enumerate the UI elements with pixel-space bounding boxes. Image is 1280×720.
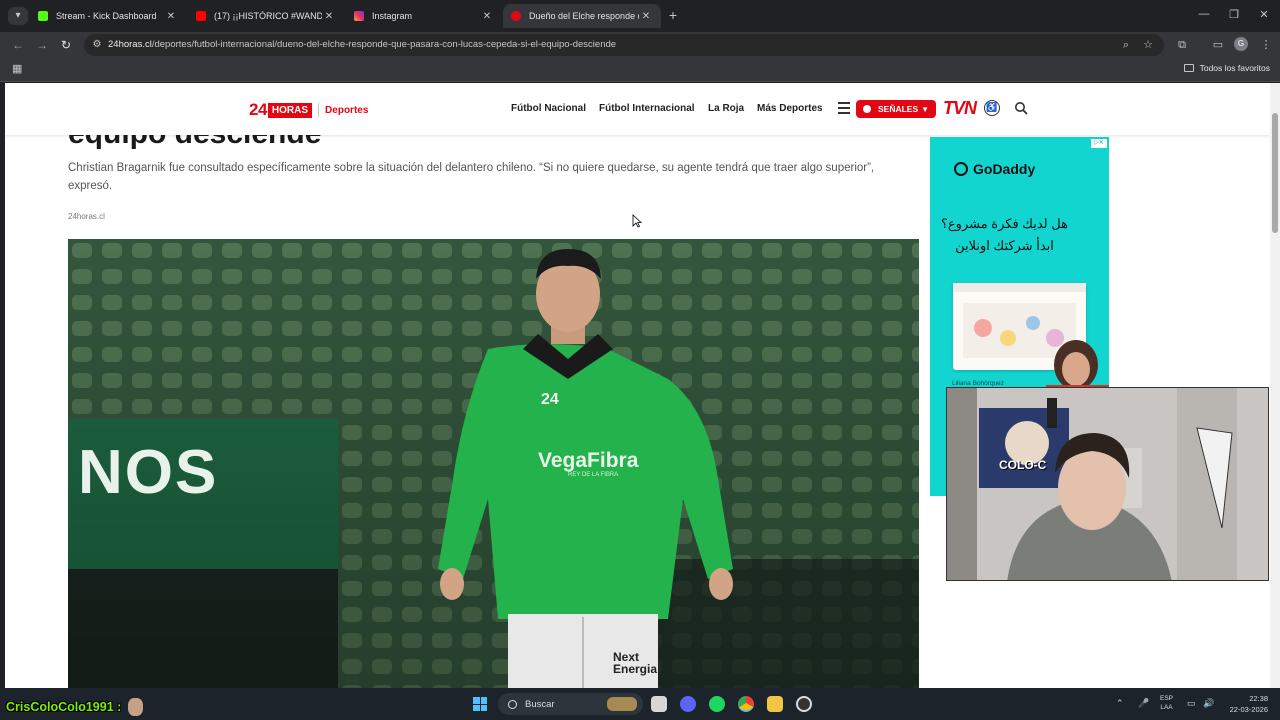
article-photo[interactable]: NOS VegaFibra REY DE LA FIBRA 24 Next En…	[68, 239, 919, 688]
mouse-cursor-icon	[632, 214, 642, 228]
browser-toolbar: ← → ↻ ⚙ 24horas.cl/deportes/futbol-inter…	[0, 32, 1280, 58]
taskbar-clock[interactable]: 22:38 22-03-2026	[1222, 693, 1268, 715]
article-subtitle: Christian Bragarnik fue consultado espec…	[68, 162, 875, 192]
close-icon[interactable]: ✕	[322, 11, 336, 22]
menu-kebab-icon[interactable]: ⋮	[1258, 37, 1274, 53]
youtube-icon	[196, 11, 206, 21]
minimize-icon[interactable]: —	[1196, 8, 1212, 20]
site-header: 24 HORAS Deportes Fútbol Nacional Fútbol…	[5, 83, 1270, 135]
shorts-sponsor: Next Energia	[613, 650, 658, 676]
site-logo[interactable]: 24 HORAS Deportes	[249, 100, 368, 120]
bookmarks-bar: ▦ Todos los favoritos	[0, 58, 1280, 82]
discord-icon[interactable]	[680, 696, 696, 712]
chrome-icon[interactable]	[738, 696, 754, 712]
tab-title: Dueño del Elche responde qué	[529, 11, 639, 21]
close-window-icon[interactable]: ✕	[1256, 8, 1272, 21]
forward-button[interactable]: →	[34, 37, 50, 53]
page-scrollbar[interactable]	[1270, 83, 1280, 688]
windows-taskbar: Buscar ⌃ 🎤 ESP LAA ▭ 🔊 22:38 22-03-2026	[0, 688, 1280, 720]
accessibility-icon[interactable]: ♿	[984, 100, 1000, 116]
kick-icon	[38, 11, 48, 21]
taskbar-search[interactable]: Buscar	[498, 693, 643, 715]
task-view-icon[interactable]	[651, 696, 667, 712]
nav-la-roja[interactable]: La Roja	[708, 103, 744, 114]
browser-tab-strip: ▾ Stream - Kick Dashboard ✕ (17) ¡¡HISTÓ…	[0, 0, 1280, 32]
tab-title: Instagram	[372, 11, 413, 21]
shirt-number: 24	[541, 391, 559, 408]
webcam-overlay: COLO-C	[946, 387, 1269, 581]
tab-title: Stream - Kick Dashboard	[56, 11, 157, 21]
close-icon[interactable]: ✕	[164, 11, 178, 22]
stadium-banner-text: NOS	[78, 438, 219, 507]
shirt-sponsor-sub: REY DE LA FIBRA	[568, 472, 619, 478]
obs-icon[interactable]	[796, 696, 812, 712]
reload-button[interactable]: ↻	[58, 37, 74, 53]
24horas-icon	[511, 11, 521, 21]
folder-icon	[1183, 64, 1194, 72]
all-bookmarks-button[interactable]: Todos los favoritos	[1183, 63, 1270, 73]
godaddy-logo: GoDaddy	[954, 161, 1035, 177]
instagram-icon	[354, 11, 364, 21]
ad-choices-icon[interactable]: ▷✕	[1091, 139, 1107, 148]
scrollbar-thumb[interactable]	[1272, 113, 1278, 233]
restore-icon[interactable]: ❐	[1226, 8, 1242, 21]
tab-24horas-article[interactable]: Dueño del Elche responde qué ✕	[503, 4, 661, 28]
new-tab-button[interactable]: +	[665, 7, 681, 23]
input-language[interactable]: ESP LAA	[1160, 694, 1173, 712]
profile-avatar[interactable]: G	[1234, 37, 1248, 51]
tab-instagram[interactable]: Instagram ✕	[346, 4, 502, 28]
senales-label: SEÑALES	[878, 104, 919, 114]
chat-emote-icon	[128, 698, 143, 716]
volume-icon[interactable]: 🔊	[1203, 698, 1214, 709]
chat-username: CrisColoColo1991 :	[6, 700, 122, 714]
tvn-logo[interactable]: TVN	[943, 98, 977, 119]
search-highlight-thumb	[607, 697, 637, 711]
bookmark-star-icon[interactable]: ☆	[1140, 37, 1156, 53]
webcam-sign-text: COLO-C	[999, 458, 1047, 472]
tab-youtube[interactable]: (17) ¡¡HISTÓRICO #WANDERERS ✕	[188, 4, 344, 28]
address-bar[interactable]: ⚙ 24horas.cl/deportes/futbol-internacion…	[84, 34, 1164, 56]
live-dot-icon	[863, 105, 871, 113]
microphone-icon[interactable]: 🎤	[1138, 698, 1149, 709]
page-viewport: equipo desciende 24 HORAS Deportes Fútbo…	[5, 83, 1270, 688]
senales-button[interactable]: SEÑALES ▼	[856, 100, 936, 118]
file-explorer-icon[interactable]	[767, 696, 783, 712]
cast-icon[interactable]: ▭	[1210, 37, 1226, 53]
network-icon[interactable]: ▭	[1187, 698, 1196, 709]
search-icon[interactable]	[1014, 101, 1028, 115]
close-icon[interactable]: ✕	[639, 11, 653, 22]
nav-mas-deportes[interactable]: Más Deportes	[757, 103, 823, 114]
chevron-down-icon: ▼	[921, 104, 929, 114]
taskbar-search-label: Buscar	[525, 698, 555, 710]
godaddy-mark-icon	[954, 162, 968, 176]
nav-futbol-nacional[interactable]: Fútbol Nacional	[511, 103, 586, 114]
nav-futbol-internacional[interactable]: Fútbol Internacional	[599, 103, 695, 114]
tab-title: (17) ¡¡HISTÓRICO #WANDERERS	[214, 11, 322, 21]
spotify-icon[interactable]	[709, 696, 725, 712]
tab-kick-dashboard[interactable]: Stream - Kick Dashboard ✕	[30, 4, 186, 28]
close-icon[interactable]: ✕	[480, 11, 494, 22]
url-text[interactable]: 24horas.cl/deportes/futbol-internacional…	[108, 39, 616, 50]
ad-headline: هل لديك فكرة مشروع؟ ابدأ شركتك اونلاين	[941, 216, 1068, 253]
zoom-icon[interactable]: ⌕	[1118, 37, 1134, 53]
article-source[interactable]: 24horas.cl	[68, 212, 105, 221]
ad-person-name: Liliana Bohórquez	[952, 380, 1005, 387]
section-label: Deportes	[325, 104, 369, 116]
apps-grid-icon[interactable]: ▦	[12, 63, 24, 75]
site-info-icon[interactable]: ⚙	[90, 38, 104, 52]
all-bookmarks-label: Todos los favoritos	[1199, 63, 1270, 73]
shirt-sponsor: VegaFibra	[538, 449, 639, 472]
search-icon	[508, 699, 517, 709]
streamer-webcam-illustration	[947, 388, 1268, 580]
windows-start-icon[interactable]	[473, 697, 487, 711]
hamburger-menu-icon[interactable]	[838, 102, 850, 114]
back-button[interactable]: ←	[10, 37, 26, 53]
tray-overflow-icon[interactable]: ⌃	[1116, 698, 1124, 709]
tab-search-button[interactable]: ▾	[8, 7, 28, 25]
extensions-icon[interactable]: ⧉	[1174, 37, 1190, 53]
